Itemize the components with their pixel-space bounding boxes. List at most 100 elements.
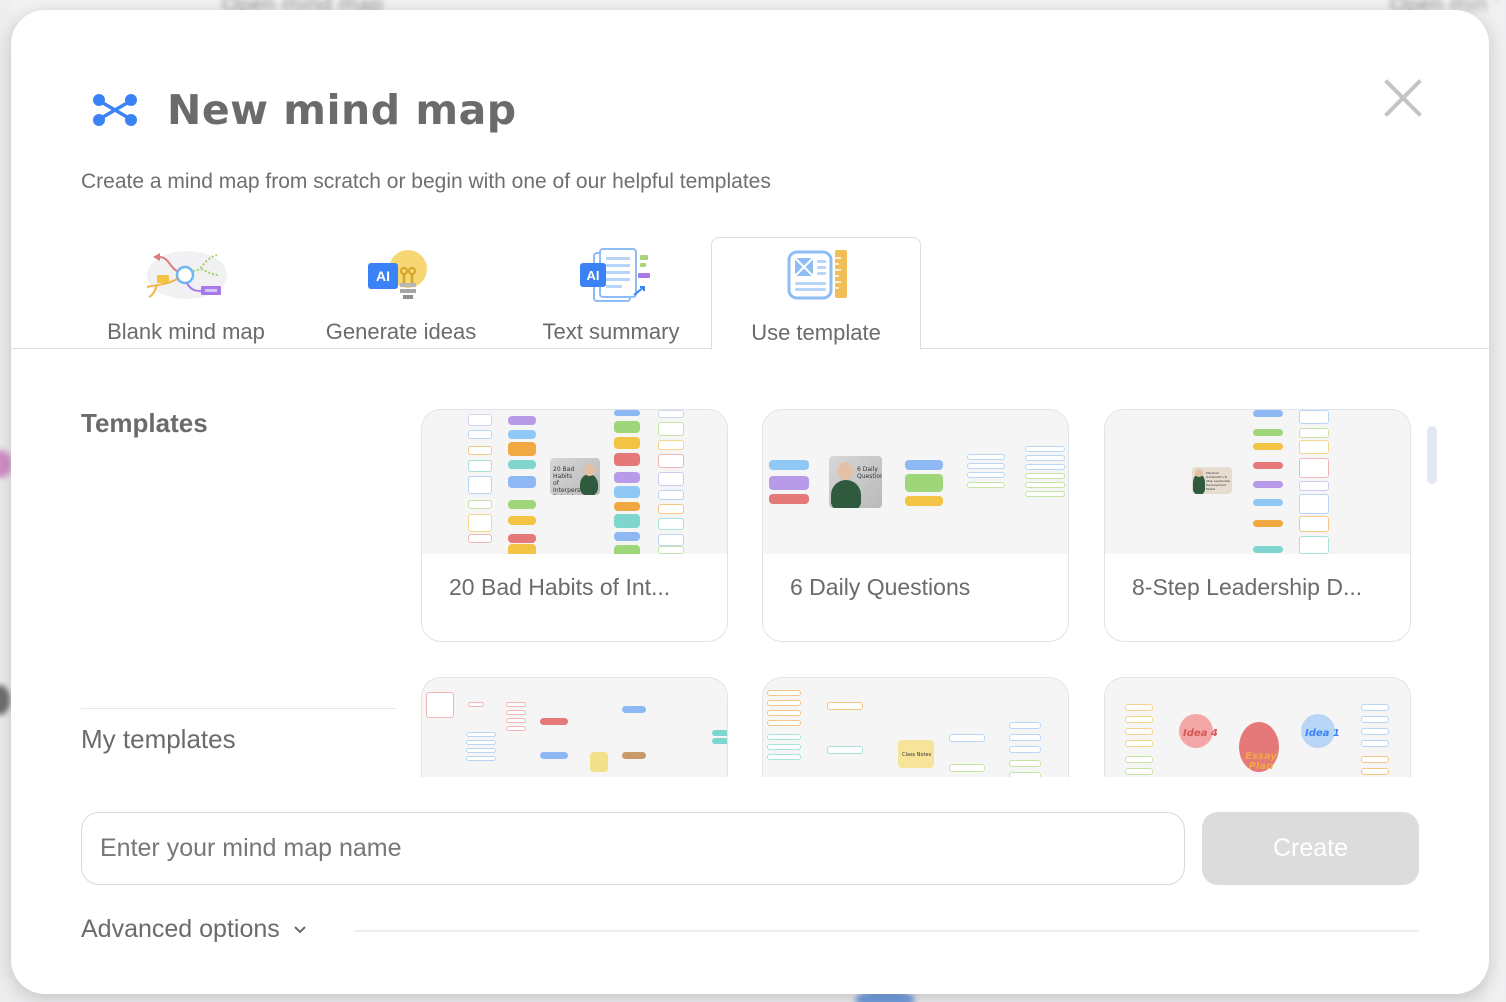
- template-thumbnail: [422, 678, 727, 777]
- idea-label: Idea 4: [1183, 728, 1218, 739]
- sidebar-divider: [81, 708, 396, 709]
- mini-node: [658, 518, 684, 530]
- template-center-image: 20 Bad Habits of Interpersonal Behavior: [550, 458, 600, 495]
- mini-node: [614, 472, 640, 483]
- mini-node: [508, 544, 536, 554]
- mini-node: [967, 472, 1005, 478]
- advanced-options-divider: [354, 930, 1419, 932]
- mini-node: [767, 734, 801, 740]
- template-thumbnail: 20 Bad Habits of Interpersonal Behavior: [422, 410, 727, 554]
- mini-node: [1009, 760, 1041, 767]
- svg-text:AI: AI: [376, 268, 390, 284]
- mini-node: [1299, 516, 1329, 532]
- template-center-image: Marshall Goldsmith's 8-Step Leadership D…: [1192, 467, 1232, 494]
- mini-node: [769, 476, 809, 490]
- template-card[interactable]: Marshall Goldsmith's 8-Step Leadership D…: [1104, 409, 1411, 642]
- mini-node: [1009, 746, 1041, 753]
- mini-node: [1009, 734, 1041, 741]
- mini-node: [614, 502, 640, 511]
- mini-node: [508, 416, 536, 425]
- mini-node: [614, 410, 640, 416]
- mini-node: [1299, 440, 1329, 454]
- template-card[interactable]: 20 Bad Habits of Interpersonal Behavior: [421, 409, 728, 642]
- mini-node: [1125, 704, 1153, 711]
- ai-text-summary-icon: AI: [580, 248, 650, 302]
- mini-node: [767, 700, 801, 706]
- template-card[interactable]: 6 Daily Questions 6 Daily Questions: [762, 409, 1069, 642]
- mini-node: [827, 702, 863, 710]
- mini-node: [905, 460, 943, 470]
- mini-node: [1025, 473, 1065, 479]
- my-templates-link[interactable]: My templates: [81, 724, 236, 755]
- mini-node: [769, 460, 809, 470]
- mini-node: [1125, 716, 1153, 723]
- template-card[interactable]: Idea 4 Essay Plan Idea 1: [1104, 677, 1411, 777]
- template-title: 8-Step Leadership D...: [1132, 574, 1363, 600]
- mini-node: [468, 702, 484, 707]
- template-thumbnail: Marshall Goldsmith's 8-Step Leadership D…: [1105, 410, 1410, 554]
- mini-node: [1253, 429, 1283, 436]
- mini-node: [508, 516, 536, 525]
- mini-node: [767, 720, 801, 726]
- person-head: [838, 462, 853, 480]
- person-figure: [1193, 475, 1205, 494]
- advanced-options-toggle[interactable]: Advanced options: [81, 915, 308, 944]
- person-figure: [831, 480, 861, 508]
- mini-node: [506, 702, 526, 707]
- mini-node: [614, 532, 640, 541]
- mind-map-name-input[interactable]: [81, 812, 1185, 885]
- close-icon[interactable]: [1383, 78, 1423, 118]
- mini-node: [949, 734, 985, 742]
- templates-heading[interactable]: Templates: [81, 408, 397, 439]
- mini-node: [1299, 458, 1329, 478]
- mini-node: [1253, 481, 1283, 488]
- template-center-image: 6 Daily Questions: [829, 456, 882, 508]
- tab-generate-ideas[interactable]: AI Generate ideas: [306, 237, 496, 349]
- person-head: [584, 464, 595, 476]
- mini-node: [827, 746, 863, 754]
- mini-node: [1361, 768, 1389, 775]
- mini-node: [468, 500, 492, 509]
- template-card[interactable]: [421, 677, 728, 777]
- mini-node: [506, 718, 526, 723]
- mini-node: [468, 460, 492, 472]
- mini-node: [540, 718, 568, 725]
- mini-node: [540, 752, 568, 759]
- create-button[interactable]: Create: [1202, 812, 1419, 885]
- svg-text:AI: AI: [587, 268, 600, 283]
- creation-mode-tabs: Blank mind map AI Generate ideas AI Text…: [11, 237, 1489, 350]
- template-center-text: Class Notes: [902, 752, 932, 758]
- mini-node: [1253, 520, 1283, 527]
- chevron-down-icon: [294, 925, 306, 933]
- tab-label: Blank mind map: [107, 319, 265, 344]
- dialog-title: New mind map: [167, 86, 517, 134]
- template-categories: Templates: [81, 408, 397, 439]
- mini-node: [506, 710, 526, 715]
- mini-node: [614, 486, 640, 498]
- mini-node: [1299, 494, 1329, 514]
- template-card[interactable]: Class Notes: [762, 677, 1069, 777]
- mini-node: [1253, 546, 1283, 553]
- advanced-options-label: Advanced options: [81, 915, 280, 943]
- mini-node: [1253, 410, 1283, 417]
- mini-node: [508, 500, 536, 509]
- mini-node: [767, 710, 801, 716]
- mini-node: [658, 546, 684, 554]
- tab-blank-mind-map[interactable]: Blank mind map: [91, 237, 281, 349]
- mini-node: [712, 738, 727, 744]
- mini-node: [1299, 536, 1329, 554]
- mini-node: [767, 744, 801, 750]
- template-grid-scrollbar[interactable]: [1427, 426, 1437, 484]
- template-thumbnail: Class Notes: [763, 678, 1068, 777]
- mini-node: [769, 494, 809, 504]
- person-head: [1195, 469, 1203, 477]
- tab-text-summary[interactable]: AI Text summary: [516, 237, 706, 349]
- template-center-image: [590, 752, 608, 772]
- mini-node: [622, 752, 646, 759]
- mini-node: [468, 414, 492, 426]
- mini-node: [468, 430, 492, 439]
- mini-node: [466, 756, 496, 761]
- mini-node: [967, 454, 1005, 460]
- tab-use-template[interactable]: Use template: [711, 237, 921, 350]
- mini-node: [1009, 772, 1041, 777]
